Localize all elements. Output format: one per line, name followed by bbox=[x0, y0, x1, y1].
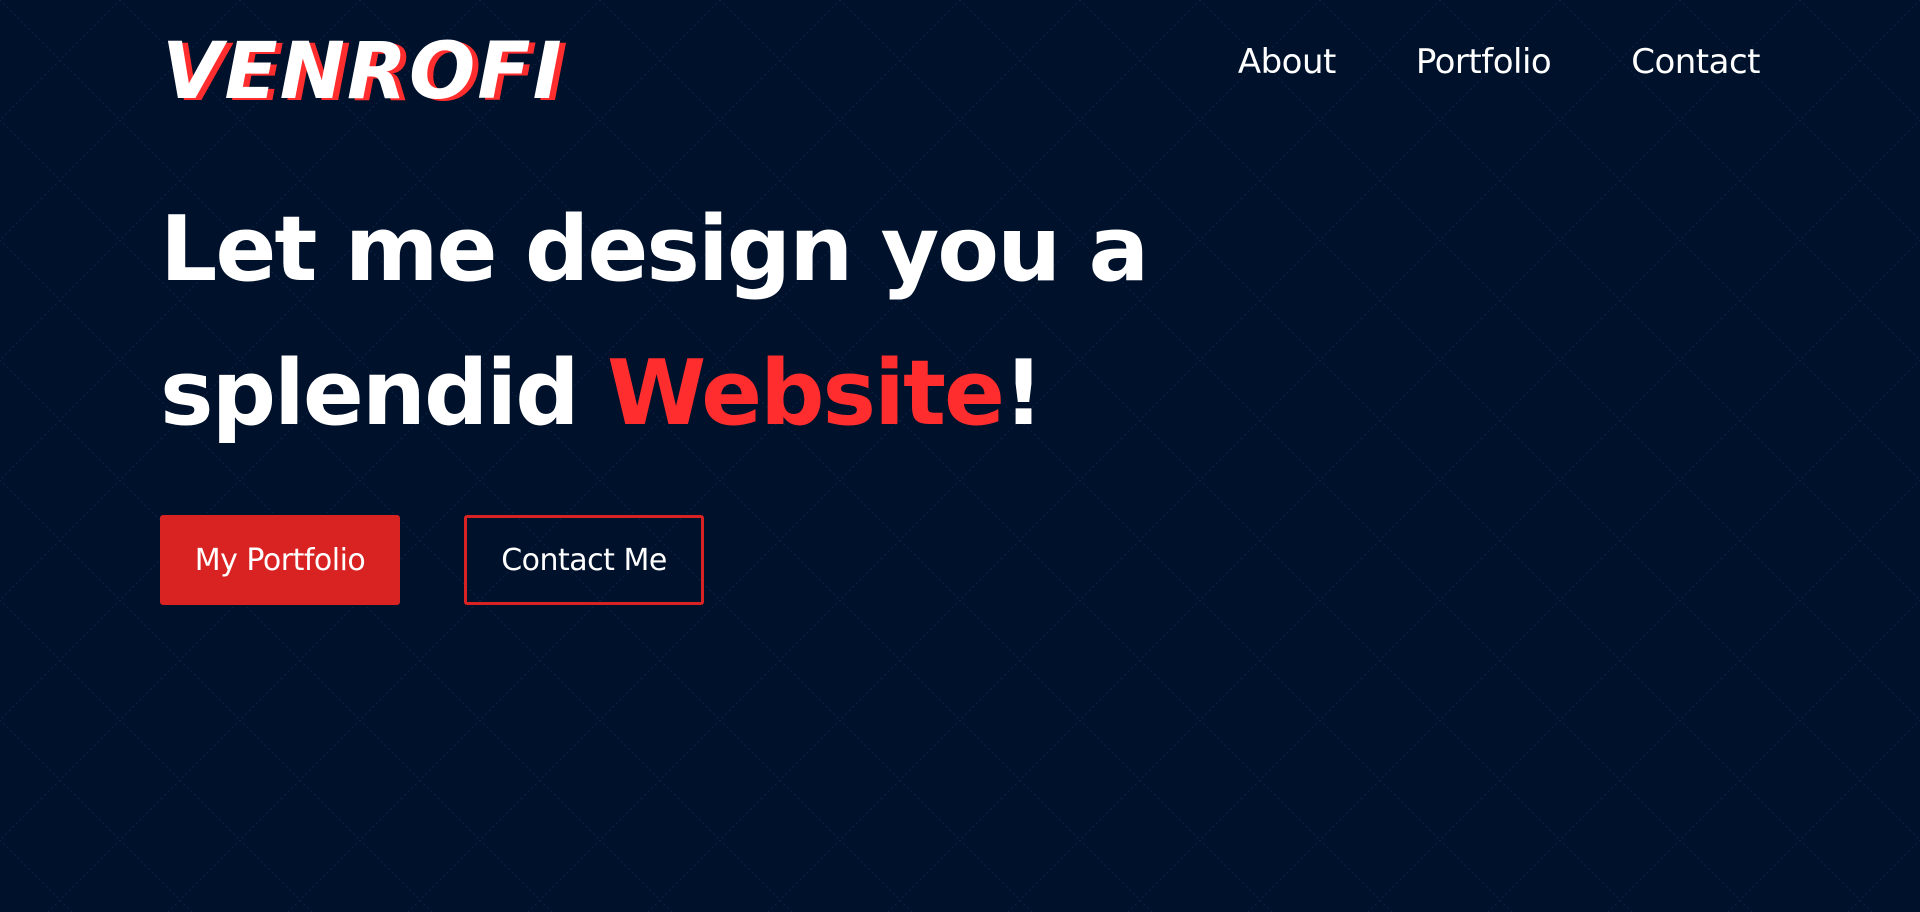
hero-accent-word: Website bbox=[607, 341, 1005, 446]
contact-me-button-label: Contact Me bbox=[501, 542, 667, 578]
hero-line-2-suffix: ! bbox=[1003, 341, 1044, 446]
page: VENROFI VENROFI About Portfolio Contact … bbox=[0, 0, 1920, 912]
my-portfolio-button[interactable]: My Portfolio bbox=[160, 515, 400, 605]
hero-section: Let me design you a splendid Website! bbox=[160, 178, 1260, 466]
main-nav: About Portfolio Contact bbox=[1238, 42, 1761, 82]
hero-headline: Let me design you a splendid Website! bbox=[160, 178, 1260, 466]
nav-link-contact[interactable]: Contact bbox=[1631, 42, 1760, 82]
nav-link-about[interactable]: About bbox=[1238, 42, 1337, 82]
nav-link-portfolio[interactable]: Portfolio bbox=[1416, 42, 1552, 82]
contact-me-button[interactable]: Contact Me bbox=[464, 515, 704, 605]
venrofi-logo[interactable]: VENROFI VENROFI bbox=[160, 28, 660, 104]
logo-main: VENROFI bbox=[162, 28, 564, 104]
hero-line-2-prefix: splendid bbox=[160, 341, 607, 446]
cta-buttons: My Portfolio Contact Me bbox=[160, 515, 704, 605]
site-header: VENROFI VENROFI About Portfolio Contact bbox=[160, 28, 1760, 104]
my-portfolio-button-label: My Portfolio bbox=[194, 542, 366, 578]
hero-line-1: Let me design you a bbox=[160, 197, 1149, 302]
